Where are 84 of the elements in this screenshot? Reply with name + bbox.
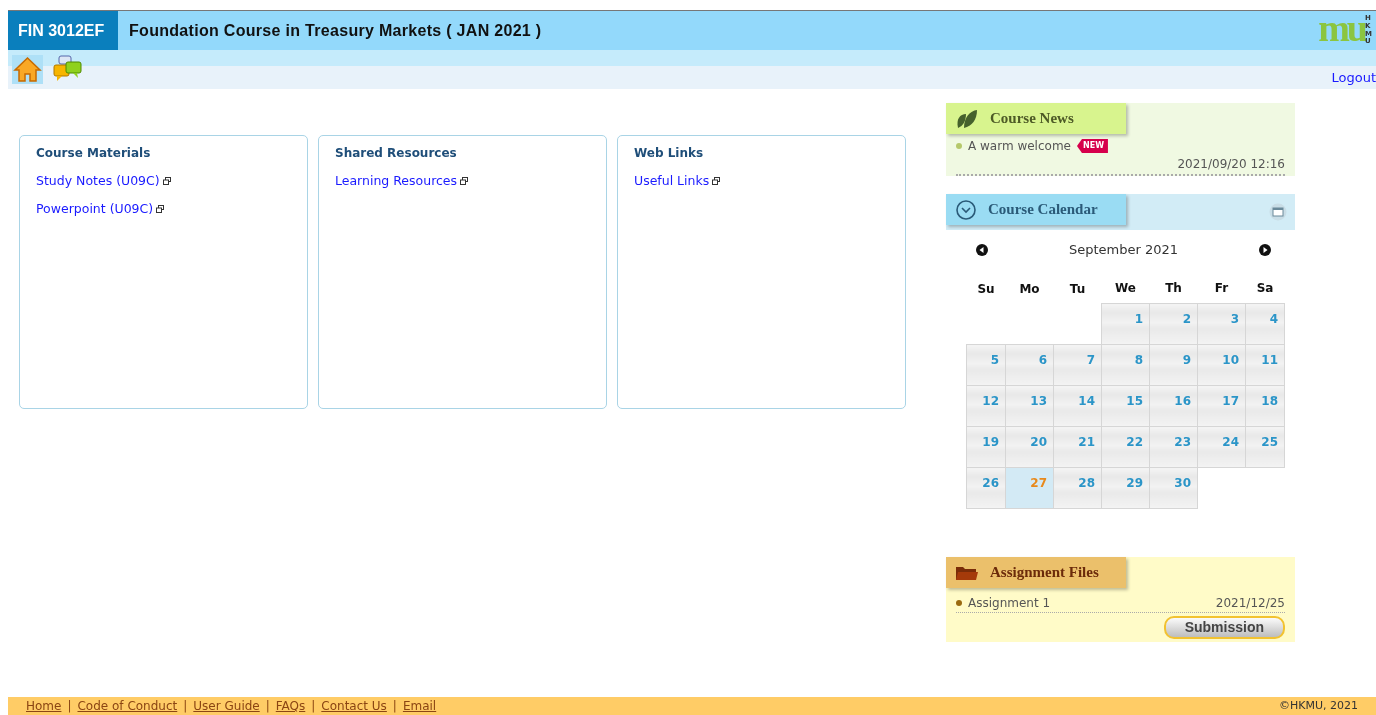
panel-title: Course Materials — [36, 145, 152, 162]
calendar-icon[interactable] — [1269, 203, 1287, 221]
calendar-day[interactable]: 18 — [1245, 385, 1285, 427]
resource-link[interactable]: Useful Links — [634, 172, 721, 191]
calendar-day[interactable]: 30 — [1149, 467, 1198, 509]
calendar-day[interactable]: 15 — [1101, 385, 1150, 427]
next-month-icon[interactable] — [1259, 243, 1271, 256]
panel-title: Web Links — [634, 145, 705, 162]
chevron-circle-icon[interactable] — [956, 199, 976, 220]
weekday-label: Su — [977, 281, 995, 296]
panel-title: Course News — [990, 109, 1074, 129]
calendar-day[interactable]: 7 — [1053, 344, 1102, 386]
resource-link[interactable]: Powerpoint (U09C) — [36, 199, 165, 219]
calendar-day[interactable]: 26 — [966, 467, 1006, 509]
chat-icon[interactable] — [53, 55, 83, 84]
resource-link[interactable]: Study Notes (U09C) — [36, 172, 171, 191]
logout-link[interactable]: Logout — [1331, 67, 1376, 88]
calendar-day[interactable]: 5 — [966, 344, 1006, 386]
panel-title: Shared Resources — [335, 145, 458, 162]
footer-separator: | — [392, 699, 397, 713]
footer-separator: | — [67, 699, 72, 713]
footer-link[interactable]: Contact Us — [321, 699, 387, 713]
new-window-icon — [162, 177, 171, 186]
calendar-day[interactable]: 27 — [1005, 467, 1054, 509]
calendar-day[interactable]: 24 — [1197, 426, 1246, 468]
assignment-title[interactable]: Assignment 1 — [968, 594, 1051, 612]
footer-separator: | — [265, 699, 270, 713]
bullet-icon — [956, 143, 962, 149]
footer-link[interactable]: Code of Conduct — [77, 699, 178, 713]
copyright-text: ©HKMU, 2021 — [1279, 697, 1358, 714]
calendar-day[interactable]: 11 — [1245, 344, 1285, 386]
submission-button[interactable]: Submission — [1163, 616, 1285, 639]
leaf-icon — [956, 108, 978, 129]
calendar-day[interactable]: 8 — [1101, 344, 1150, 386]
footer-link[interactable]: Email — [402, 699, 437, 713]
footer-separator: | — [311, 699, 316, 713]
calendar-day[interactable]: 2 — [1149, 303, 1198, 345]
footer-link[interactable]: FAQs — [275, 699, 306, 713]
news-time: 2021/09/20 12:16 — [1177, 157, 1285, 171]
course-code: FIN 3012EF — [8, 11, 118, 50]
previous-month-icon[interactable] — [976, 243, 988, 256]
calendar-day[interactable]: 10 — [1197, 344, 1246, 386]
panel-title: Course Calendar — [988, 200, 1098, 220]
weekday-label: We — [1115, 281, 1136, 296]
new-window-icon — [712, 177, 721, 186]
footer-separator: | — [183, 699, 188, 713]
calendar-day[interactable]: 16 — [1149, 385, 1198, 427]
calendar-day[interactable]: 9 — [1149, 344, 1198, 386]
calendar-day[interactable]: 28 — [1053, 467, 1102, 509]
panel-title: Assignment Files — [990, 563, 1099, 583]
weekday-label: Mo — [1019, 281, 1040, 296]
calendar-day[interactable]: 23 — [1149, 426, 1198, 468]
calendar-day[interactable]: 4 — [1245, 303, 1285, 345]
calendar-day[interactable]: 19 — [966, 426, 1006, 468]
logo-mark: mu — [1318, 8, 1365, 47]
weekday-label: Tu — [1069, 281, 1086, 296]
new-badge: NEW — [1076, 139, 1108, 153]
bullet-icon — [956, 600, 962, 606]
month-label: September 2021 — [1068, 241, 1179, 259]
weekday-label: Sa — [1256, 281, 1274, 296]
weekday-label: Fr — [1214, 281, 1229, 296]
calendar-day[interactable]: 13 — [1005, 385, 1054, 427]
resource-link[interactable]: Learning Resources — [335, 172, 469, 191]
calendar-day[interactable]: 6 — [1005, 344, 1054, 386]
news-title[interactable]: A warm welcome — [968, 137, 1071, 155]
calendar-day[interactable]: 17 — [1197, 385, 1246, 427]
calendar-day[interactable]: 3 — [1197, 303, 1246, 345]
calendar-day[interactable]: 25 — [1245, 426, 1285, 468]
home-icon[interactable] — [12, 55, 43, 84]
footer-link[interactable]: User Guide — [193, 699, 260, 713]
new-window-icon — [156, 205, 165, 214]
calendar-day[interactable]: 14 — [1053, 385, 1102, 427]
new-window-icon — [460, 177, 469, 186]
weekday-label: Th — [1165, 281, 1182, 296]
folder-icon — [956, 564, 978, 581]
calendar-day[interactable]: 21 — [1053, 426, 1102, 468]
footer-link[interactable]: Home — [26, 699, 62, 713]
assignment-date: 2021/12/25 — [1215, 595, 1285, 612]
calendar-day[interactable]: 20 — [1005, 426, 1054, 468]
course-title: Foundation Course in Treasury Markets ( JAN 2021 ) — [128, 20, 543, 41]
calendar-day[interactable]: 1 — [1101, 303, 1150, 345]
calendar-day[interactable]: 12 — [966, 385, 1006, 427]
calendar-day[interactable]: 22 — [1101, 426, 1150, 468]
calendar-day[interactable]: 29 — [1101, 467, 1150, 509]
